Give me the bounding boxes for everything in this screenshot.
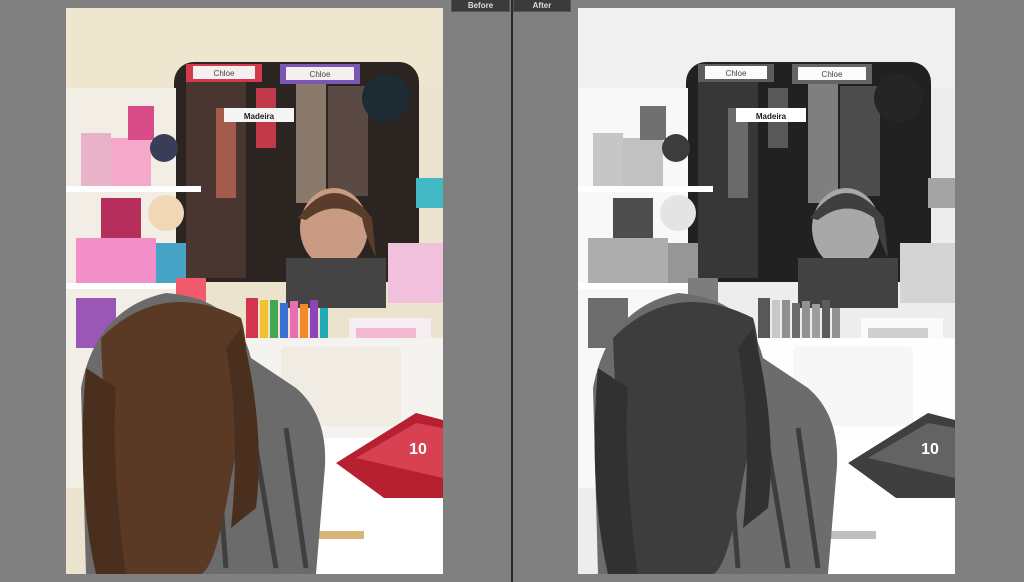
magazine-text: 10 <box>409 441 427 458</box>
after-tab[interactable]: After <box>513 0 571 12</box>
mirror-label-right: Chloe <box>310 70 331 79</box>
mirror-label-left: Chloe <box>214 69 235 78</box>
before-photo: Chloe Chloe Madeira 10 <box>66 8 443 574</box>
mirror-sticker: Madeira <box>244 112 275 121</box>
mirror-label-right: Chloe <box>822 70 843 79</box>
mirror-label-left: Chloe <box>726 69 747 78</box>
after-photo-scene: Chloe Chloe Madeira 10 <box>578 8 955 574</box>
after-photo: Chloe Chloe Madeira 10 <box>578 8 955 574</box>
before-photo-scene: Chloe Chloe Madeira 10 <box>66 8 443 574</box>
mirror-sticker: Madeira <box>756 112 787 121</box>
before-tab[interactable]: Before <box>451 0 510 12</box>
compare-divider[interactable] <box>511 0 513 582</box>
magazine-text: 10 <box>921 441 939 458</box>
